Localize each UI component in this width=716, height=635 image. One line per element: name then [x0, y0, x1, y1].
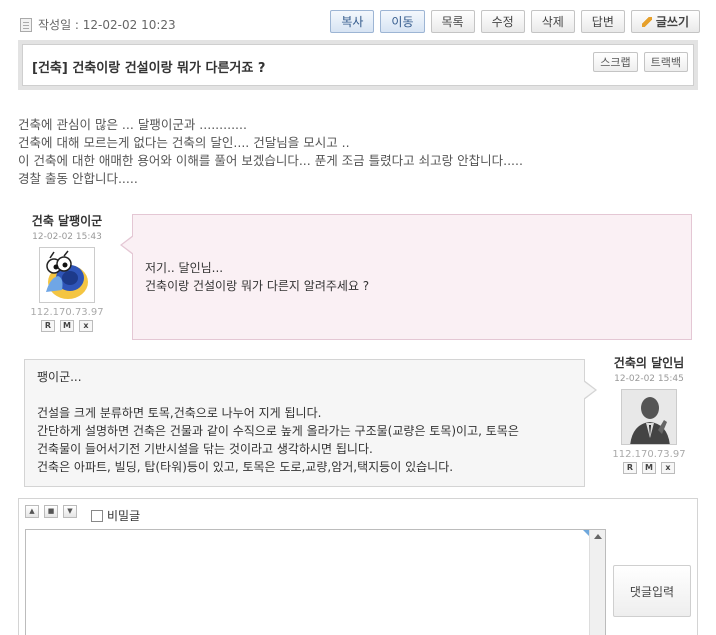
comment-admin-buttons: R M x	[17, 320, 117, 332]
comment-admin-buttons: R M x	[599, 462, 699, 474]
comment-m-button[interactable]: M	[642, 462, 656, 474]
title-actions: 스크랩 트랙백	[593, 52, 688, 72]
comment-author-profile: 건축 달팽이군 12-02-02 15:43 112.170.73.97 R M…	[17, 212, 117, 332]
write-button-label: 글쓰기	[655, 15, 689, 29]
post-body-line: 이 건축에 대한 애매한 용어와 이해를 풀어 보겠습니다... 푼게 조금 틀…	[18, 153, 523, 168]
secret-option[interactable]: 비밀글	[91, 507, 140, 524]
reply-textarea[interactable]	[25, 529, 606, 635]
comment-time: 12-02-02 15:43	[32, 232, 102, 242]
reset-textarea-button[interactable]: ■	[44, 505, 58, 518]
post-date-label: 작성일 : 12-02-02 10:23	[38, 18, 176, 32]
comment-line	[37, 386, 572, 404]
secret-checkbox[interactable]	[91, 509, 103, 522]
comment-delete-button[interactable]: x	[79, 320, 93, 332]
document-icon	[20, 17, 32, 32]
pencil-icon	[641, 16, 652, 27]
comment-time: 12-02-02 15:45	[614, 374, 684, 384]
trackback-button[interactable]: 트랙백	[643, 52, 688, 72]
comment-line: 건축이랑 건설이랑 뭐가 다른지 알려주세요 ?	[145, 279, 370, 293]
shrink-textarea-button[interactable]: ▲	[25, 505, 39, 518]
scrap-button[interactable]: 스크랩	[593, 52, 638, 72]
post-body-line: 경찰 출동 안합니다.....	[18, 171, 138, 186]
comment-bubble: 팽이군... 건설을 크게 분류하면 토목,건축으로 나누어 지게 됩니다. 간…	[24, 359, 597, 487]
post-title-box: [건축] 건축이랑 건설이랑 뭐가 다른거죠 ? 스크랩 트랙백	[18, 40, 698, 90]
comment-author-name: 건축의 달인님	[613, 356, 685, 370]
action-buttons: 복사 이동 목록 수정 삭제 답변 글쓰기	[330, 10, 700, 33]
comment-delete-button[interactable]: x	[661, 462, 675, 474]
post-body: 건축에 관심이 많은 ... 달팽이군과 ............ 건축에 대해…	[18, 116, 698, 188]
comment-author-profile: 건축의 달인님 12-02-02 15:45 112.170.73.97 R M…	[599, 354, 699, 474]
expand-textarea-button[interactable]: ▼	[63, 505, 77, 518]
write-button[interactable]: 글쓰기	[630, 10, 700, 33]
move-button[interactable]: 이동	[380, 10, 425, 33]
copy-button[interactable]: 복사	[330, 10, 375, 33]
secret-label: 비밀글	[107, 509, 141, 523]
list-button[interactable]: 목록	[430, 10, 475, 33]
post-date: 작성일 : 12-02-02 10:23	[20, 16, 176, 33]
businessman-avatar	[621, 389, 677, 445]
comment-ip: 112.170.73.97	[30, 307, 104, 318]
post-title: [건축] 건축이랑 건설이랑 뭐가 다른거죠 ?	[32, 61, 266, 76]
comment-line: 간단하게 설명하면 건축은 건물과 같이 수직으로 높게 올라가는 구조물(교량…	[37, 424, 519, 438]
edit-button[interactable]: 수정	[480, 10, 525, 33]
comment-r-button[interactable]: R	[623, 462, 637, 474]
reply-button[interactable]: 답변	[580, 10, 625, 33]
post-body-line: 건축에 대해 모르는게 없다는 건축의 달인.... 건달님을 모시고 ..	[18, 135, 350, 150]
textarea-scrollbar[interactable]	[589, 530, 605, 635]
reply-form: ▲ ■ ▼ 비밀글 댓글입력	[18, 498, 698, 635]
comment-m-button[interactable]: M	[60, 320, 74, 332]
scroll-up-icon[interactable]	[594, 534, 602, 539]
comment-line: 저기.. 달인님...	[145, 261, 224, 275]
snail-avatar	[39, 247, 95, 303]
delete-button[interactable]: 삭제	[530, 10, 575, 33]
comment-line: 건설을 크게 분류하면 토목,건축으로 나누어 지게 됩니다.	[37, 406, 322, 420]
comment-line: 건축은 아파트, 빌딩, 탑(타워)등이 있고, 토목은 도로,교량,암거,택지…	[37, 460, 454, 474]
post-body-line: 건축에 관심이 많은 ... 달팽이군과 ............	[18, 117, 247, 132]
comment-ip: 112.170.73.97	[612, 449, 686, 460]
submit-comment-button[interactable]: 댓글입력	[613, 565, 691, 617]
comment-author-name: 건축 달팽이군	[31, 214, 103, 228]
post-toolbar: 작성일 : 12-02-02 10:23 복사 이동 목록 수정 삭제 답변 글…	[18, 10, 700, 36]
comment-line: 건축물이 들어서기전 기반시설을 닦는 것이라고 생각하시면 됩니다.	[37, 442, 373, 456]
comment-line: 팽이군...	[37, 370, 82, 384]
reply-resize-tools: ▲ ■ ▼	[25, 505, 77, 518]
comment-r-button[interactable]: R	[41, 320, 55, 332]
comment-bubble: 저기.. 달인님... 건축이랑 건설이랑 뭐가 다른지 알려주세요 ?	[120, 214, 692, 340]
